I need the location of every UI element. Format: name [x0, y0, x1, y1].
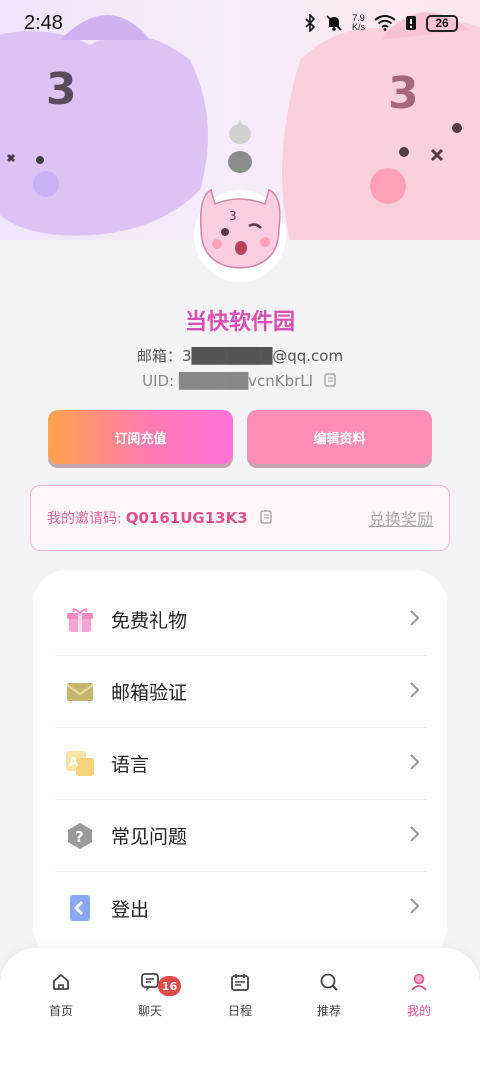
status-icons: 7.9 K/s 26 — [304, 14, 458, 32]
search-icon — [319, 972, 339, 996]
chevron-right-icon — [409, 825, 421, 847]
subscribe-button[interactable]: 订阅充值 — [48, 410, 233, 464]
uid-value: ██████vcnKbrLI — [178, 372, 314, 390]
question-icon: ? — [65, 821, 95, 851]
logout-icon — [65, 893, 95, 923]
menu-label: 邮箱验证 — [111, 682, 188, 704]
menu-label: 常见问题 — [111, 826, 188, 848]
chevron-right-icon — [409, 753, 421, 775]
tab-recommend[interactable]: 推荐 — [299, 972, 359, 1022]
calendar-icon — [230, 972, 250, 996]
profile-icon — [409, 972, 429, 996]
status-bar: 2:48 7.9 K/s 26 — [0, 0, 480, 46]
envelope-icon — [65, 677, 95, 707]
chevron-right-icon — [409, 897, 421, 919]
battery-indicator: 26 — [426, 14, 458, 32]
status-time: 2:48 — [24, 11, 63, 34]
network-speed: 7.9 K/s — [352, 14, 365, 32]
invite-code: Q0161UG13K3 — [125, 509, 248, 527]
tab-label: 日程 — [227, 1004, 252, 1018]
copy-invite-icon[interactable] — [259, 509, 274, 528]
menu-label: 登出 — [111, 898, 150, 921]
menu-item-free-gift[interactable]: 免费礼物 — [55, 584, 427, 656]
bottom-tab-bar: 首页 聊天 16 日程 推荐 我的 — [0, 948, 480, 1066]
gift-icon — [65, 605, 95, 635]
avatar[interactable]: 3 — [189, 110, 291, 282]
alert-icon — [405, 15, 417, 31]
tab-label: 推荐 — [316, 1004, 341, 1018]
email-value: 3███████@qq.com — [181, 347, 344, 365]
invite-code-box: 我的邀请码: Q0161UG13K3 兑换奖励 — [30, 485, 450, 551]
redeem-reward-link[interactable]: 兑换奖励 — [369, 506, 433, 530]
mute-icon — [325, 14, 343, 32]
chevron-right-icon — [409, 681, 421, 703]
svg-text:A: A — [69, 755, 79, 769]
uid-label: UID: — [142, 372, 179, 390]
email-line: 邮箱：3███████@qq.com — [0, 345, 480, 366]
menu-item-faq[interactable]: ? 常见问题 — [55, 800, 427, 872]
chevron-right-icon — [409, 609, 421, 631]
unread-badge: 16 — [158, 976, 182, 996]
svg-text:3: 3 — [46, 64, 77, 115]
net-speed-unit: K/s — [351, 22, 365, 32]
copy-uid-icon[interactable] — [324, 372, 338, 391]
tab-chat[interactable]: 聊天 16 — [120, 972, 182, 1022]
edit-profile-label: 编辑资料 — [313, 431, 366, 447]
edit-profile-button[interactable]: 编辑资料 — [247, 410, 432, 464]
email-label: 邮箱： — [136, 347, 182, 365]
chat-icon — [140, 972, 160, 996]
nickname: 当快软件园 — [184, 310, 295, 335]
home-icon — [51, 972, 71, 996]
tab-label: 我的 — [406, 1004, 431, 1018]
invite-label: 我的邀请码: — [47, 511, 122, 527]
menu-item-email-verify[interactable]: 邮箱验证 — [55, 656, 427, 728]
tab-schedule[interactable]: 日程 — [210, 972, 270, 1022]
tab-home[interactable]: 首页 — [31, 972, 91, 1022]
svg-text:3: 3 — [229, 209, 237, 223]
tab-mine[interactable]: 我的 — [389, 972, 449, 1022]
bluetooth-icon — [304, 14, 316, 32]
menu-item-language[interactable]: A 语言 — [55, 728, 427, 800]
menu-card: 免费礼物 邮箱验证 A 语言 ? 常见问题 登出 — [33, 570, 447, 960]
tab-label: 首页 — [48, 1004, 73, 1018]
menu-item-logout[interactable]: 登出 — [55, 872, 427, 944]
subscribe-label: 订阅充值 — [114, 431, 167, 447]
menu-label: 免费礼物 — [111, 610, 188, 632]
translate-icon: A — [65, 749, 95, 779]
svg-text:3: 3 — [388, 68, 419, 119]
wifi-icon — [374, 15, 396, 31]
menu-label: 语言 — [111, 754, 150, 776]
uid-line: UID: ██████vcnKbrLI — [0, 372, 480, 391]
svg-text:?: ? — [75, 828, 84, 846]
tab-label: 聊天 — [137, 1004, 162, 1018]
